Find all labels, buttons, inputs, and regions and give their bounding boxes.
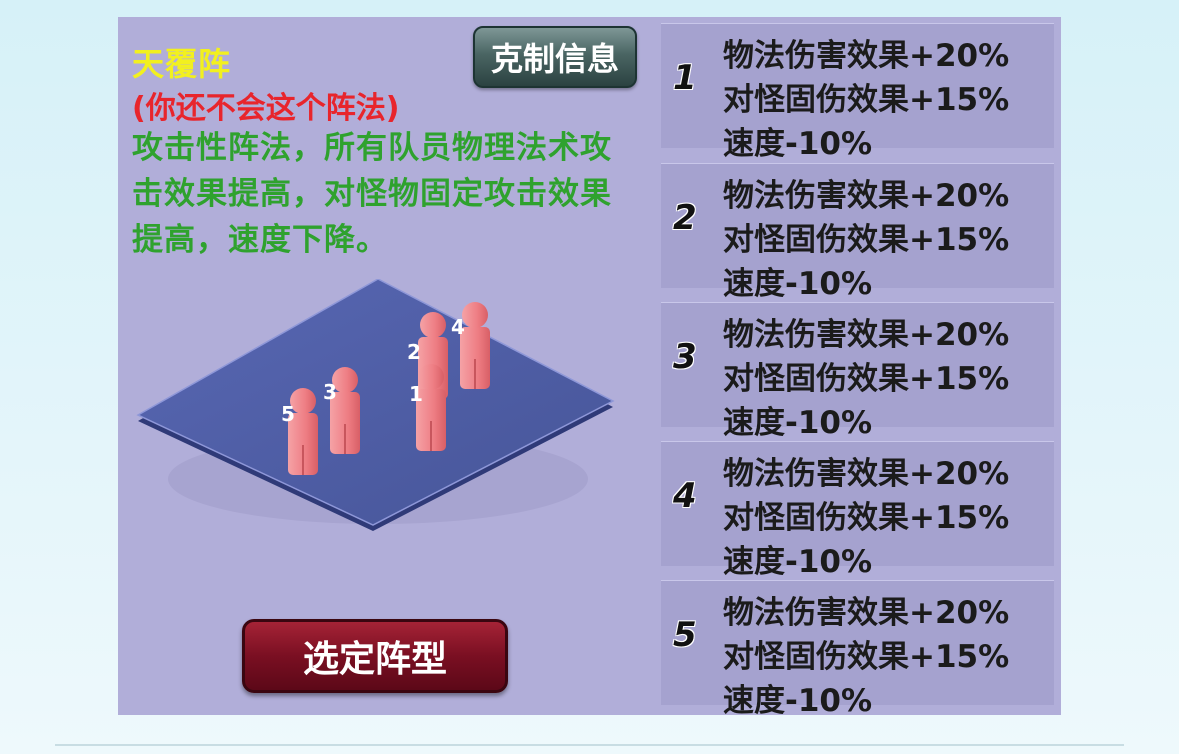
position-number: 4 (673, 476, 697, 516)
player-figure-1 (416, 364, 446, 451)
slot-label-5: 5 (281, 402, 295, 426)
bottom-divider (55, 744, 1124, 746)
position-row-3: 3 物法伤害效果+20% 对怪固伤效果+15% 速度-10% (661, 302, 1054, 441)
slot-label-1: 1 (409, 382, 423, 406)
formation-panel: 天覆阵 (你还不会这个阵法) 攻击性阵法，所有队员物理法术攻击效果提高，对怪物固… (118, 17, 1061, 719)
counter-info-button[interactable]: 克制信息 (473, 26, 637, 88)
slot-label-4: 4 (451, 315, 465, 339)
board-svg: 4 2 3 1 5 (136, 278, 615, 531)
position-number: 2 (673, 198, 697, 238)
select-formation-button[interactable]: 选定阵型 (242, 619, 508, 693)
effect-speed: 速度-10% (723, 683, 873, 719)
effect-damage: 物法伤害效果+20% (723, 317, 1010, 353)
effect-speed: 速度-10% (723, 405, 873, 441)
effect-speed: 速度-10% (723, 266, 873, 302)
effect-damage: 物法伤害效果+20% (723, 38, 1010, 74)
position-row-4: 4 物法伤害效果+20% 对怪固伤效果+15% 速度-10% (661, 441, 1054, 580)
slot-label-2: 2 (407, 340, 421, 364)
effect-fixed-damage: 对怪固伤效果+15% (723, 222, 1010, 258)
effect-fixed-damage: 对怪固伤效果+15% (723, 500, 1010, 536)
formation-description: 攻击性阵法，所有队员物理法术攻击效果提高，对怪物固定攻击效果提高，速度下降。 (132, 130, 612, 258)
effect-speed: 速度-10% (723, 544, 873, 580)
position-number: 5 (673, 615, 697, 655)
effect-damage: 物法伤害效果+20% (723, 178, 1010, 214)
effect-fixed-damage: 对怪固伤效果+15% (723, 361, 1010, 397)
position-row-2: 2 物法伤害效果+20% 对怪固伤效果+15% 速度-10% (661, 163, 1054, 302)
position-number: 3 (673, 337, 697, 377)
effect-damage: 物法伤害效果+20% (723, 595, 1010, 631)
formation-info: 天覆阵 (你还不会这个阵法) 攻击性阵法，所有队员物理法术攻击效果提高，对怪物固… (118, 17, 653, 715)
formation-board: 4 2 3 1 5 (133, 278, 623, 539)
effect-fixed-damage: 对怪固伤效果+15% (723, 82, 1010, 118)
effect-speed: 速度-10% (723, 126, 873, 162)
formation-title: 天覆阵 (132, 45, 232, 83)
effect-fixed-damage: 对怪固伤效果+15% (723, 639, 1010, 675)
formation-status: (你还不会这个阵法) (132, 91, 400, 126)
effect-damage: 物法伤害效果+20% (723, 456, 1010, 492)
position-row-1: 1 物法伤害效果+20% 对怪固伤效果+15% 速度-10% (661, 23, 1054, 162)
position-row-5: 5 物法伤害效果+20% 对怪固伤效果+15% 速度-10% (661, 580, 1054, 719)
position-number: 1 (673, 58, 697, 98)
slot-label-3: 3 (323, 380, 337, 404)
